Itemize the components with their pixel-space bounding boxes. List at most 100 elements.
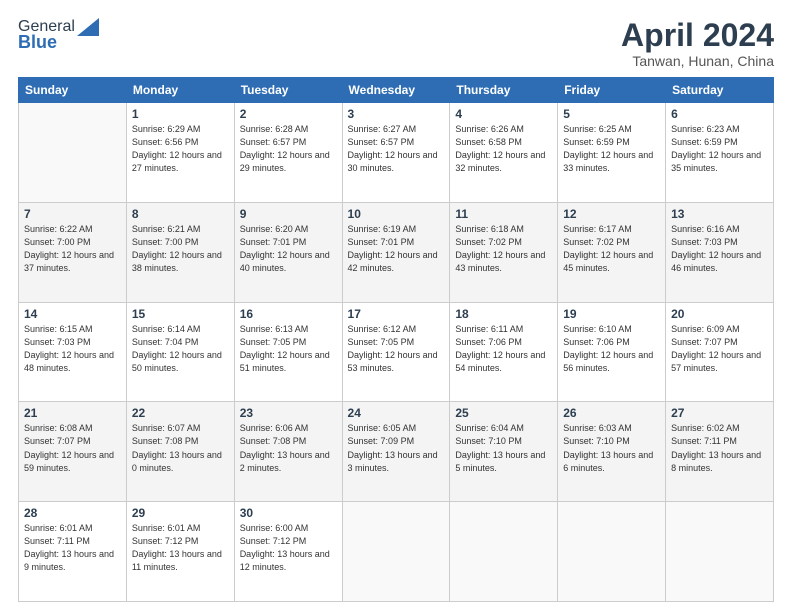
day-info: Sunrise: 6:26 AMSunset: 6:58 PMDaylight:… [455, 123, 552, 175]
day-info: Sunrise: 6:09 AMSunset: 7:07 PMDaylight:… [671, 323, 768, 375]
day-number: 11 [455, 207, 552, 221]
day-cell: 7 Sunrise: 6:22 AMSunset: 7:00 PMDaylight… [19, 202, 127, 302]
calendar-table: Sunday Monday Tuesday Wednesday Thursday… [18, 77, 774, 602]
day-info: Sunrise: 6:14 AMSunset: 7:04 PMDaylight:… [132, 323, 229, 375]
day-info: Sunrise: 6:06 AMSunset: 7:08 PMDaylight:… [240, 422, 337, 474]
day-cell [558, 502, 666, 602]
day-cell: 30Sunrise: 6:00 AMSunset: 7:12 PMDayligh… [234, 502, 342, 602]
day-cell: 5Sunrise: 6:25 AMSunset: 6:59 PMDaylight… [558, 103, 666, 203]
day-number: 23 [240, 406, 337, 420]
day-cell: 29 Sunrise: 6:01 AMSunset: 7:12 PMDayligh… [126, 502, 234, 602]
day-info: Sunrise: 6:03 AMSunset: 7:10 PMDaylight:… [563, 422, 660, 474]
day-number: 20 [671, 307, 768, 321]
day-number: 4 [455, 107, 552, 121]
col-friday: Friday [558, 78, 666, 103]
day-cell: 2Sunrise: 6:28 AMSunset: 6:57 PMDaylight… [234, 103, 342, 203]
day-cell: 19 Sunrise: 6:10 AMSunset: 7:06 PMDayligh… [558, 302, 666, 402]
day-number: 18 [455, 307, 552, 321]
day-cell: 9 Sunrise: 6:20 AMSunset: 7:01 PMDaylight… [234, 202, 342, 302]
col-monday: Monday [126, 78, 234, 103]
month-title: April 2024 [621, 18, 774, 53]
logo: General Blue [18, 18, 99, 53]
day-number: 10 [348, 207, 445, 221]
day-cell: 8Sunrise: 6:21 AMSunset: 7:00 PMDaylight… [126, 202, 234, 302]
day-cell: 28Sunrise: 6:01 AMSunset: 7:11 PMDayligh… [19, 502, 127, 602]
day-cell: 4 Sunrise: 6:26 AMSunset: 6:58 PMDaylight… [450, 103, 558, 203]
day-info: Sunrise: 6:01 AMSunset: 7:12 PMDaylight:… [132, 522, 229, 574]
day-number: 19 [563, 307, 660, 321]
day-info: Sunrise: 6:23 AMSunset: 6:59 PMDaylight:… [671, 123, 768, 175]
day-number: 12 [563, 207, 660, 221]
day-cell: 25Sunrise: 6:04 AMSunset: 7:10 PMDayligh… [450, 402, 558, 502]
day-number: 6 [671, 107, 768, 121]
day-info: Sunrise: 6:08 AMSunset: 7:07 PMDaylight:… [24, 422, 121, 474]
day-cell [19, 103, 127, 203]
day-cell: 24 Sunrise: 6:05 AMSunset: 7:09 PMDayligh… [342, 402, 450, 502]
page: General Blue April 2024 Tanwan, Hunan, C… [0, 0, 792, 612]
title-block: April 2024 Tanwan, Hunan, China [621, 18, 774, 69]
col-sunday: Sunday [19, 78, 127, 103]
day-cell [342, 502, 450, 602]
week-row-2: 14Sunrise: 6:15 AMSunset: 7:03 PMDayligh… [19, 302, 774, 402]
day-info: Sunrise: 6:13 AMSunset: 7:05 PMDaylight:… [240, 323, 337, 375]
day-number: 5 [563, 107, 660, 121]
day-info: Sunrise: 6:07 AMSunset: 7:08 PMDaylight:… [132, 422, 229, 474]
day-cell: 22 Sunrise: 6:07 AMSunset: 7:08 PMDayligh… [126, 402, 234, 502]
day-number: 30 [240, 506, 337, 520]
day-number: 27 [671, 406, 768, 420]
day-number: 15 [132, 307, 229, 321]
week-row-3: 21 Sunrise: 6:08 AMSunset: 7:07 PMDayligh… [19, 402, 774, 502]
day-cell: 16 Sunrise: 6:13 AMSunset: 7:05 PMDayligh… [234, 302, 342, 402]
day-number: 9 [240, 207, 337, 221]
day-cell: 26 Sunrise: 6:03 AMSunset: 7:10 PMDayligh… [558, 402, 666, 502]
day-info: Sunrise: 6:10 AMSunset: 7:06 PMDaylight:… [563, 323, 660, 375]
day-number: 13 [671, 207, 768, 221]
day-info: Sunrise: 6:02 AMSunset: 7:11 PMDaylight:… [671, 422, 768, 474]
day-info: Sunrise: 6:01 AMSunset: 7:11 PMDaylight:… [24, 522, 121, 574]
day-cell: 1 Sunrise: 6:29 AMSunset: 6:56 PMDaylight… [126, 103, 234, 203]
header-row: Sunday Monday Tuesday Wednesday Thursday… [19, 78, 774, 103]
day-cell [666, 502, 774, 602]
day-cell: 6 Sunrise: 6:23 AMSunset: 6:59 PMDaylight… [666, 103, 774, 203]
day-number: 17 [348, 307, 445, 321]
day-number: 3 [348, 107, 445, 121]
week-row-0: 1 Sunrise: 6:29 AMSunset: 6:56 PMDaylight… [19, 103, 774, 203]
day-cell: 27 Sunrise: 6:02 AMSunset: 7:11 PMDayligh… [666, 402, 774, 502]
day-info: Sunrise: 6:28 AMSunset: 6:57 PMDaylight:… [240, 123, 337, 175]
logo-blue-text: Blue [18, 32, 57, 53]
col-saturday: Saturday [666, 78, 774, 103]
day-cell: 12 Sunrise: 6:17 AMSunset: 7:02 PMDayligh… [558, 202, 666, 302]
day-info: Sunrise: 6:18 AMSunset: 7:02 PMDaylight:… [455, 223, 552, 275]
day-number: 21 [24, 406, 121, 420]
day-number: 24 [348, 406, 445, 420]
week-row-1: 7 Sunrise: 6:22 AMSunset: 7:00 PMDaylight… [19, 202, 774, 302]
day-cell: 21 Sunrise: 6:08 AMSunset: 7:07 PMDayligh… [19, 402, 127, 502]
header: General Blue April 2024 Tanwan, Hunan, C… [18, 18, 774, 69]
day-number: 26 [563, 406, 660, 420]
day-number: 16 [240, 307, 337, 321]
day-number: 7 [24, 207, 121, 221]
day-cell: 17Sunrise: 6:12 AMSunset: 7:05 PMDayligh… [342, 302, 450, 402]
day-number: 29 [132, 506, 229, 520]
day-info: Sunrise: 6:15 AMSunset: 7:03 PMDaylight:… [24, 323, 121, 375]
day-cell: 18 Sunrise: 6:11 AMSunset: 7:06 PMDayligh… [450, 302, 558, 402]
day-info: Sunrise: 6:22 AMSunset: 7:00 PMDaylight:… [24, 223, 121, 275]
col-thursday: Thursday [450, 78, 558, 103]
col-wednesday: Wednesday [342, 78, 450, 103]
day-info: Sunrise: 6:21 AMSunset: 7:00 PMDaylight:… [132, 223, 229, 275]
day-number: 25 [455, 406, 552, 420]
week-row-4: 28Sunrise: 6:01 AMSunset: 7:11 PMDayligh… [19, 502, 774, 602]
day-cell: 10 Sunrise: 6:19 AMSunset: 7:01 PMDayligh… [342, 202, 450, 302]
day-info: Sunrise: 6:11 AMSunset: 7:06 PMDaylight:… [455, 323, 552, 375]
col-tuesday: Tuesday [234, 78, 342, 103]
day-info: Sunrise: 6:29 AMSunset: 6:56 PMDaylight:… [132, 123, 229, 175]
day-number: 22 [132, 406, 229, 420]
day-info: Sunrise: 6:17 AMSunset: 7:02 PMDaylight:… [563, 223, 660, 275]
logo-icon [77, 18, 99, 36]
day-number: 1 [132, 107, 229, 121]
day-info: Sunrise: 6:19 AMSunset: 7:01 PMDaylight:… [348, 223, 445, 275]
location: Tanwan, Hunan, China [621, 53, 774, 69]
day-cell: 3Sunrise: 6:27 AMSunset: 6:57 PMDaylight… [342, 103, 450, 203]
day-info: Sunrise: 6:05 AMSunset: 7:09 PMDaylight:… [348, 422, 445, 474]
day-info: Sunrise: 6:20 AMSunset: 7:01 PMDaylight:… [240, 223, 337, 275]
